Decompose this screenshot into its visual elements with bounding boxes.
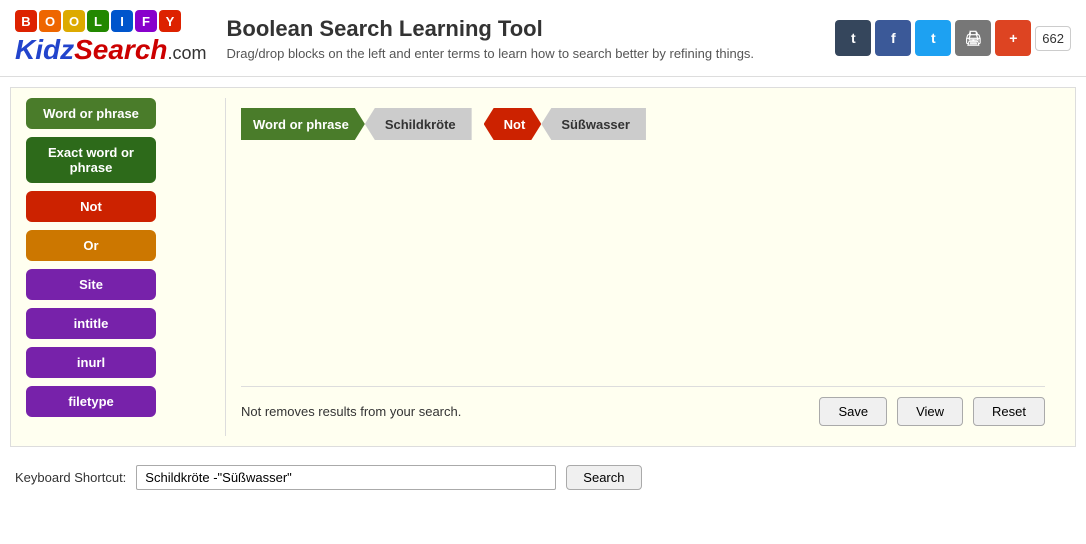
canvas-not-value[interactable]: Süßwasser xyxy=(541,108,646,140)
exact-word-block[interactable]: Exact word or phrase xyxy=(26,137,156,183)
header-title: Boolean Search Learning Tool xyxy=(227,16,816,42)
sidebar: Word or phrase Exact word or phrase Not … xyxy=(26,98,226,436)
canvas-word-value[interactable]: Schildkröte xyxy=(365,108,472,140)
logo-letter-y: Y xyxy=(159,10,181,32)
site-block[interactable]: Site xyxy=(26,269,156,300)
logo-letter-b: B xyxy=(15,10,37,32)
header-social: t f t 🖨 + 662 xyxy=(835,20,1071,56)
save-button[interactable]: Save xyxy=(819,397,887,426)
reset-button[interactable]: Reset xyxy=(973,397,1045,426)
header-description: Drag/drop blocks on the left and enter t… xyxy=(227,46,816,61)
filetype-block[interactable]: filetype xyxy=(26,386,156,417)
search-input[interactable] xyxy=(136,465,556,490)
print-button[interactable]: 🖨 xyxy=(955,20,991,56)
logo-letter-o2: O xyxy=(63,10,85,32)
bottom-bar: Keyboard Shortcut: Search xyxy=(0,457,1086,498)
main-area: Word or phrase Exact word or phrase Not … xyxy=(10,87,1076,447)
header: B O O L I F Y KidzSearch.com Boolean Sea… xyxy=(0,0,1086,77)
logo-letter-f: F xyxy=(135,10,157,32)
canvas-drop-zone[interactable]: Word or phrase Schildkröte Not Süßwasser xyxy=(241,108,1045,376)
canvas-footer: Not removes results from your search. Sa… xyxy=(241,386,1045,426)
not-block[interactable]: Not xyxy=(26,191,156,222)
share-count: 662 xyxy=(1035,26,1071,51)
canvas-hint: Not removes results from your search. xyxy=(241,404,809,419)
canvas-area: Word or phrase Schildkröte Not Süßwasser… xyxy=(226,98,1060,436)
facebook-button[interactable]: f xyxy=(875,20,911,56)
logo-letter-i: I xyxy=(111,10,133,32)
inurl-block[interactable]: inurl xyxy=(26,347,156,378)
twitter-button[interactable]: t xyxy=(915,20,951,56)
canvas-blocks-row: Word or phrase Schildkröte Not Süßwasser xyxy=(241,108,1045,140)
intitle-block[interactable]: intitle xyxy=(26,308,156,339)
word-or-phrase-block[interactable]: Word or phrase xyxy=(26,98,156,129)
keyboard-shortcut-label: Keyboard Shortcut: xyxy=(15,470,126,485)
header-title-area: Boolean Search Learning Tool Drag/drop b… xyxy=(227,16,816,61)
logo-letter-o1: O xyxy=(39,10,61,32)
view-button[interactable]: View xyxy=(897,397,963,426)
logo-area: B O O L I F Y KidzSearch.com xyxy=(15,10,207,66)
canvas-word-block[interactable]: Word or phrase xyxy=(241,108,365,140)
logo-letter-l: L xyxy=(87,10,109,32)
tumblr-button[interactable]: t xyxy=(835,20,871,56)
canvas-not-block[interactable]: Not xyxy=(484,108,542,140)
addthis-button[interactable]: + xyxy=(995,20,1031,56)
or-block[interactable]: Or xyxy=(26,230,156,261)
search-button[interactable]: Search xyxy=(566,465,641,490)
logo-boolify: B O O L I F Y xyxy=(15,10,207,32)
logo-kidzsearch: KidzSearch.com xyxy=(15,34,207,66)
